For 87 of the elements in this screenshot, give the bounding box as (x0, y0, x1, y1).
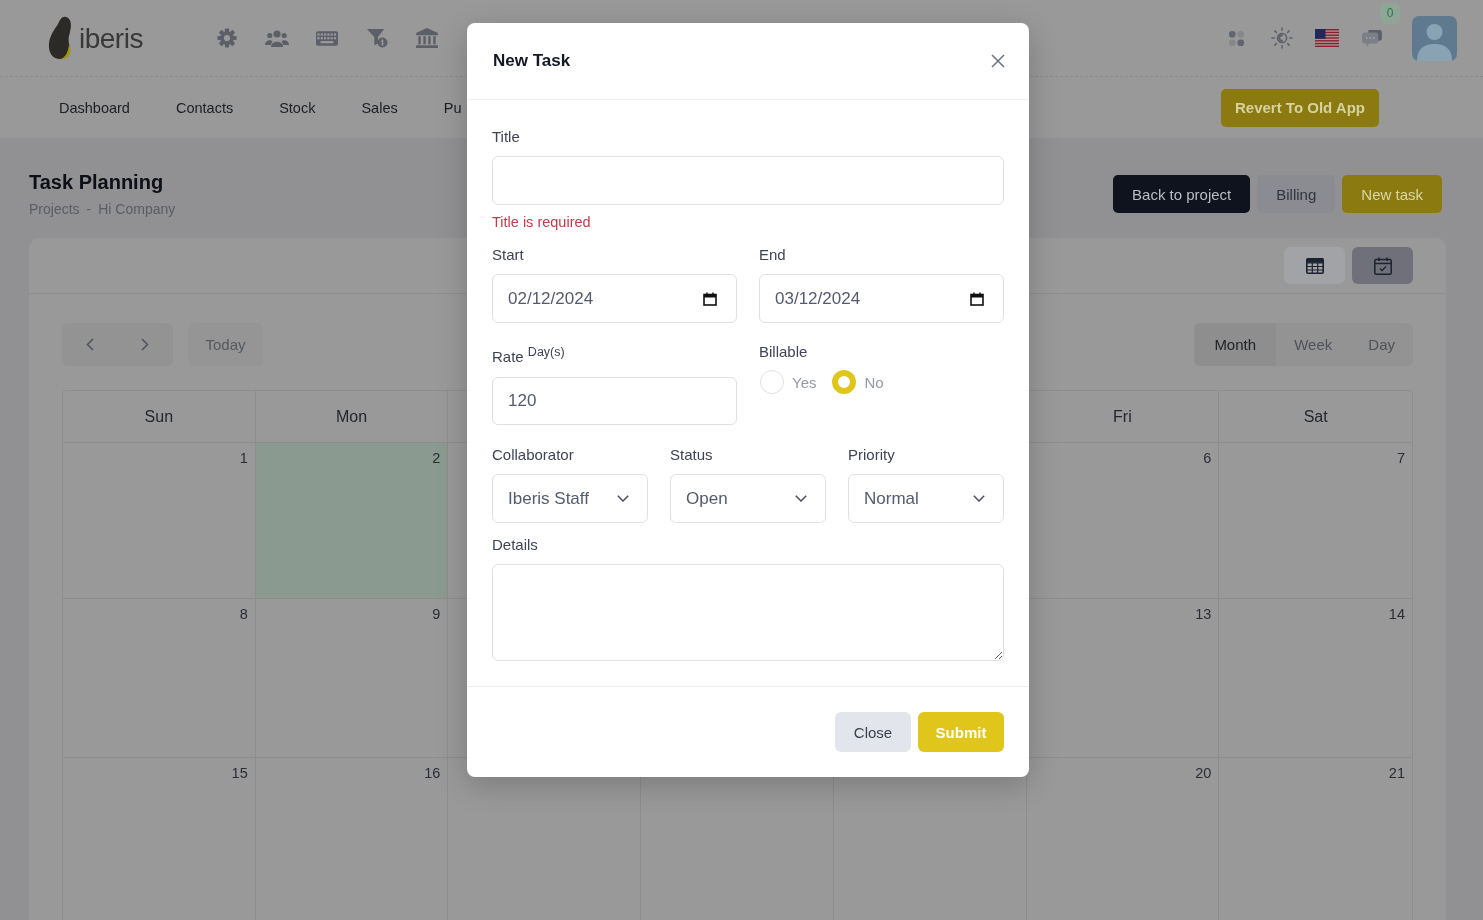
field-label: Start (492, 245, 525, 265)
day-cell[interactable]: 9 (255, 599, 449, 758)
rate-field[interactable]: 120 (492, 377, 737, 425)
funnel-icon[interactable] (366, 28, 388, 48)
close-button[interactable]: Close (835, 712, 911, 752)
field-label: End (759, 245, 787, 265)
day-number: 20 (1195, 764, 1212, 782)
weekday-header: Sun (63, 391, 256, 443)
day-cell[interactable]: 21 (1219, 758, 1412, 920)
revert-button[interactable]: Revert To Old App (1221, 88, 1379, 127)
nav-link[interactable]: Pu (443, 99, 462, 116)
day-cell[interactable]: 1 (63, 443, 256, 599)
day-number: 21 (1388, 764, 1405, 782)
radio-label[interactable]: No (864, 373, 884, 391)
error-message: Title is required (492, 213, 592, 231)
new-task-button[interactable]: New task (1342, 175, 1442, 213)
date-field[interactable]: 03/12/2024 (759, 274, 1004, 323)
back-button[interactable]: Back to project (1113, 175, 1251, 213)
field-label: Status (670, 445, 714, 465)
view-toggle-button[interactable] (1352, 247, 1413, 284)
settings-icon[interactable] (217, 28, 237, 48)
sun-icon[interactable] (1270, 27, 1293, 49)
page-title: Task Planning (29, 170, 165, 194)
day-number: 14 (1388, 605, 1405, 623)
field-label: Collaborator (492, 445, 575, 465)
nav-link[interactable]: Dashboard (59, 99, 130, 116)
table-icon (1305, 257, 1324, 274)
day-cell[interactable]: 8 (63, 599, 256, 758)
flag-icon[interactable] (1314, 29, 1339, 47)
chevron-down-icon (795, 495, 807, 502)
bank-icon[interactable] (416, 28, 438, 48)
radio-label[interactable]: Yes (792, 373, 817, 391)
details-field[interactable] (492, 564, 1004, 661)
radio-button[interactable] (832, 370, 857, 394)
day-number: 9 (432, 605, 441, 623)
view-tab[interactable]: Week (1276, 323, 1351, 366)
select-field[interactable]: Normal (848, 474, 1004, 523)
radio-button[interactable] (760, 370, 784, 394)
field-label: Rate $^{Day(s)}$ (492, 344, 566, 367)
calendar-icon (703, 291, 717, 306)
view-toggle-button[interactable] (1284, 247, 1345, 284)
breadcrumb-separator: - (86, 200, 92, 218)
day-number: 7 (1396, 449, 1405, 467)
day-number: 1 (239, 449, 248, 467)
day-cell[interactable]: 16 (255, 758, 449, 920)
nav-link[interactable]: Contacts (175, 99, 234, 116)
day-number: 13 (1195, 605, 1212, 623)
dialog-title: New Task (493, 51, 571, 71)
weekday-header: Sat (1219, 391, 1412, 443)
day-cell[interactable]: 7 (1219, 443, 1412, 599)
field-label: Details (492, 535, 539, 555)
select-field[interactable]: Open (670, 474, 826, 523)
day-cell[interactable]: 2 (255, 443, 449, 599)
notification-badge: 0 (1380, 3, 1400, 24)
nav-link[interactable]: Stock (279, 99, 316, 116)
day-number: 6 (1203, 449, 1212, 467)
dialog-close-button[interactable] (991, 54, 1005, 68)
title-input[interactable] (492, 156, 1004, 205)
nav-link[interactable]: Sales (361, 99, 398, 116)
day-number: 15 (231, 764, 248, 782)
chevron-left-icon (85, 338, 94, 351)
day-number: 8 (239, 605, 248, 623)
keyboard-icon[interactable] (316, 30, 338, 46)
day-cell[interactable]: 15 (63, 758, 256, 920)
close-icon (991, 54, 1005, 68)
logo-text: iberis (79, 22, 143, 55)
chevron-down-icon (617, 495, 629, 502)
apps-icon[interactable] (1229, 30, 1244, 46)
day-number: 16 (424, 764, 441, 782)
view-tab[interactable]: Day (1350, 323, 1413, 366)
field-label: Title (492, 127, 521, 147)
day-cell[interactable]: 14 (1219, 599, 1412, 758)
view-tab[interactable]: Month (1194, 323, 1277, 366)
chat-icon[interactable] (1361, 29, 1382, 47)
logo-icon (48, 16, 74, 60)
date-field[interactable]: 02/12/2024 (492, 274, 737, 323)
user-avatar[interactable] (1412, 15, 1457, 61)
chevron-down-icon (973, 495, 985, 502)
field-label: Billable (759, 342, 809, 362)
chevron-right-icon (141, 338, 150, 351)
users-icon[interactable] (265, 28, 289, 48)
select-field[interactable]: Iberis Staff (492, 474, 648, 523)
calendar-check-icon (1373, 256, 1392, 275)
billing-button[interactable]: Billing (1257, 175, 1336, 213)
field-label: Priority (848, 445, 896, 465)
day-number: 2 (432, 449, 441, 467)
calendar-icon (970, 291, 984, 306)
